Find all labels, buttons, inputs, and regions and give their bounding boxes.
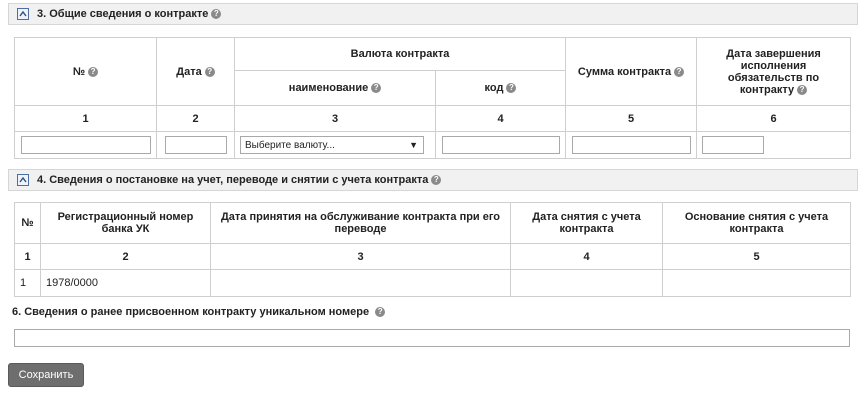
contract-sum-input[interactable] <box>571 136 691 154</box>
table-row: 1 1978/0000 <box>14 269 851 297</box>
row-removal-date <box>510 269 663 297</box>
section3-title: 3. Общие сведения о контракте <box>37 8 209 20</box>
help-icon[interactable]: ? <box>211 9 222 19</box>
contract-number-input[interactable] <box>20 136 151 154</box>
dropdown-arrow-icon: ▼ <box>409 140 418 150</box>
col-number-cell: 5 <box>662 243 851 270</box>
header-removal-date: Дата снятия с учета контракта <box>510 202 663 244</box>
header-reg-number: Регистрационный номер банка УК <box>40 202 211 244</box>
header-currency-code: код <box>484 82 504 94</box>
col-number-cell: 2 <box>40 243 211 270</box>
section4-header: 4. Сведения о постановке на учет, перево… <box>8 169 858 191</box>
help-icon[interactable]: ? <box>375 307 386 318</box>
save-button[interactable]: Сохранить <box>8 363 84 387</box>
contract-info-table: №? Дата? Валюта контракта Сумма контракт… <box>14 37 852 159</box>
help-icon[interactable]: ? <box>88 66 99 77</box>
col-number-cell: 2 <box>156 105 235 132</box>
end-date-input[interactable] <box>702 136 765 154</box>
row-removal-reason <box>662 269 851 297</box>
col-number-cell: 4 <box>510 243 663 270</box>
row-reg-number: 1978/0000 <box>40 269 211 297</box>
help-icon[interactable]: ? <box>371 83 382 94</box>
collapse-icon[interactable] <box>17 174 29 186</box>
header-sum: Сумма контракта <box>577 65 672 78</box>
col-number-cell: 1 <box>14 105 157 132</box>
help-icon[interactable]: ? <box>797 84 808 95</box>
col-number-cell: 3 <box>234 105 436 132</box>
currency-code-input[interactable] <box>441 136 560 154</box>
row-accept-date <box>210 269 511 297</box>
unique-number-input[interactable] <box>14 329 850 347</box>
section3-header: 3. Общие сведения о контракте ? <box>8 3 858 25</box>
registration-table: № Регистрационный номер банка УК Дата пр… <box>14 202 851 297</box>
header-currency-name: наименование <box>288 82 369 94</box>
currency-select[interactable]: Выберите валюту... ▼ <box>240 136 424 154</box>
header-removal-reason: Основание снятия с учета контракта <box>662 202 851 244</box>
col-number-cell: 6 <box>696 105 852 132</box>
col-number-cell: 1 <box>14 243 41 270</box>
section4-title: 4. Сведения о постановке на учет, перево… <box>37 174 429 186</box>
col-number-cell: 4 <box>434 105 567 132</box>
currency-select-value: Выберите валюту... <box>245 139 335 151</box>
help-icon[interactable]: ? <box>431 175 442 185</box>
help-icon[interactable]: ? <box>674 66 685 77</box>
collapse-icon[interactable] <box>17 8 29 20</box>
header-currency-group: Валюта контракта <box>233 37 567 71</box>
row-number: 1 <box>14 269 41 297</box>
help-icon[interactable]: ? <box>506 83 517 94</box>
header-accept-date: Дата принятия на обслуживание контракта … <box>210 202 511 244</box>
header-date: Дата <box>176 65 202 78</box>
section6-header: 6. Сведения о ранее присвоенном контракт… <box>12 306 386 318</box>
col-number-cell: 5 <box>565 105 698 132</box>
section6-title: 6. Сведения о ранее присвоенном контракт… <box>12 306 370 318</box>
col-number-cell: 3 <box>210 243 511 270</box>
header-number: № <box>72 65 86 78</box>
help-icon[interactable]: ? <box>204 66 215 77</box>
header-number: № <box>14 202 41 244</box>
contract-date-input[interactable] <box>164 136 227 154</box>
